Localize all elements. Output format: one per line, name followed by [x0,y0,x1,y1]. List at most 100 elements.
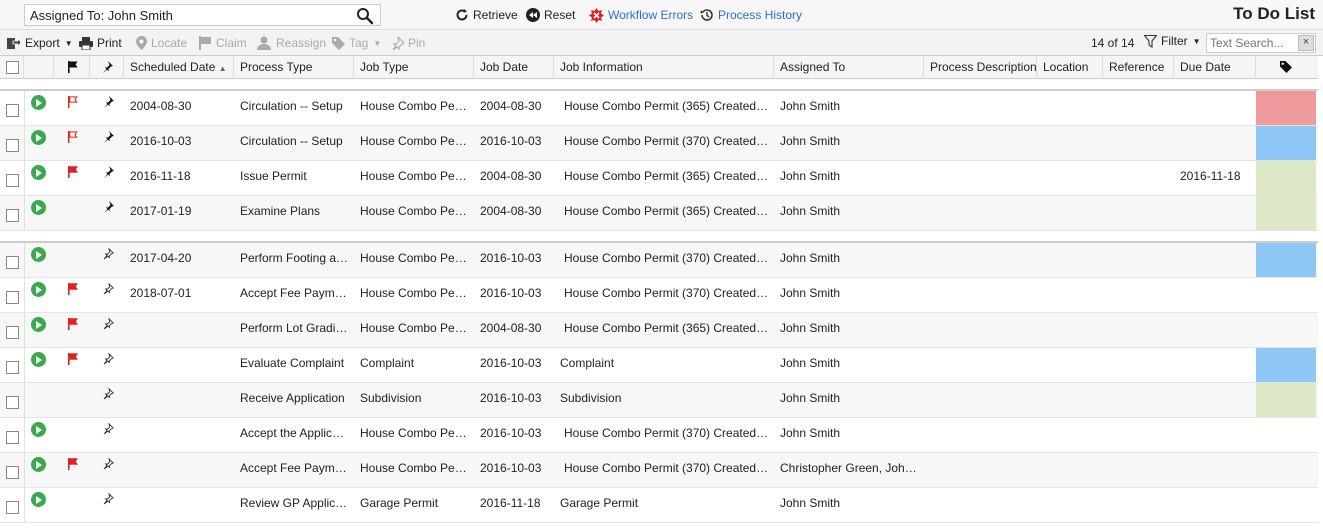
tag-button[interactable]: Tag ▼ [332,34,381,52]
claim-button[interactable]: Claim [199,34,247,52]
table-row[interactable]: 2004-08-30 Circulation -- Setup House Comb… [0,91,1318,126]
play-icon[interactable] [31,247,46,262]
retrieve-button[interactable]: Retrieve [455,5,518,25]
table-row[interactable]: 2016-10-03 Circulation -- Setup House Comb… [0,126,1318,161]
flag-column-header[interactable] [54,56,90,79]
pin-icon [392,36,404,50]
table-row[interactable]: 2018-07-01 Accept Fee Payment House Combo … [0,278,1318,313]
pinned-icon[interactable] [102,131,114,146]
assigned-to-cell: John Smith [780,496,841,510]
text-search-input[interactable] [1207,34,1295,52]
table-row[interactable]: Receive Application Subdivision 2016-10-03… [0,383,1318,418]
assigned-to-cell: John Smith [780,204,841,218]
assigned-search-input[interactable] [28,7,353,23]
flag-icon[interactable] [68,96,78,111]
unpinned-icon[interactable] [102,317,115,333]
play-icon[interactable] [31,282,46,297]
row-checkbox[interactable] [6,361,19,374]
job-type-cell: House Combo Permit [360,134,470,148]
table-row[interactable]: Evaluate Complaint Complaint 2016-10-03 Com… [0,348,1318,383]
col-process-description[interactable]: Process Description [924,56,1037,79]
table-row[interactable]: Review GP Application Garage Permit 2016-1… [0,488,1318,523]
table-row[interactable]: 2017-04-20 Perform Footing an... House Com… [0,243,1318,278]
error-icon [589,7,604,23]
export-button[interactable]: Export ▼ [6,34,73,52]
row-checkbox[interactable] [6,291,19,304]
unpinned-icon[interactable] [102,352,115,368]
col-location[interactable]: Location [1037,56,1103,79]
pinned-icon[interactable] [102,166,114,181]
col-job-information[interactable]: Job Information [554,56,774,79]
row-checkbox[interactable] [6,396,19,409]
col-job-date[interactable]: Job Date [474,56,554,79]
tag-color-swatch [1256,161,1316,195]
select-all-checkbox[interactable] [6,61,19,74]
table-row[interactable]: 2017-01-19 Examine Plans House Combo Permi… [0,196,1318,231]
job-information-cell: House Combo Permit (365) Created: 30... [564,204,769,218]
unpinned-icon[interactable] [102,247,115,263]
col-job-type[interactable]: Job Type [354,56,474,79]
play-icon[interactable] [31,352,46,367]
row-checkbox[interactable] [6,501,19,514]
flag-icon[interactable] [68,283,79,298]
row-checkbox[interactable] [6,104,19,117]
pinned-icon[interactable] [102,96,114,111]
col-assigned-to[interactable]: Assigned To [774,56,924,79]
pin-button[interactable]: Pin [391,34,425,52]
print-button[interactable]: Print [79,34,122,52]
table-row[interactable]: Accept Fee Payment House Combo Permit 2016… [0,453,1318,488]
locate-button[interactable]: Locate [136,34,187,52]
row-checkbox[interactable] [6,256,19,269]
filter-button[interactable]: Filter ▼ [1144,34,1201,48]
flag-icon[interactable] [68,131,78,146]
flag-icon[interactable] [68,166,79,181]
col-process-type[interactable]: Process Type [234,56,354,79]
row-checkbox[interactable] [6,326,19,339]
table-row[interactable]: 2016-11-18 Issue Permit House Combo Permit… [0,161,1318,196]
claim-flag-icon [199,36,211,50]
unpinned-icon[interactable] [102,457,115,473]
workflow-errors-button[interactable]: Workflow Errors [589,5,693,25]
process-type-cell: Review GP Application [240,496,350,510]
assigned-to-cell: John Smith [780,286,841,300]
unpinned-icon[interactable] [102,282,115,298]
table-row[interactable]: Perform Lot Grading... House Combo Permit… [0,313,1318,348]
clear-search-button[interactable]: × [1298,35,1314,51]
table-row[interactable]: Accept the Application House Combo Permit… [0,418,1318,453]
play-icon[interactable] [31,422,46,437]
unpinned-icon[interactable] [102,492,115,508]
play-icon[interactable] [31,130,46,145]
col-tag[interactable] [1256,56,1318,79]
flag-icon[interactable] [68,458,79,473]
row-divider [24,453,25,487]
pin-column-header[interactable] [90,56,124,79]
history-icon [700,9,713,21]
play-icon[interactable] [31,95,46,110]
row-checkbox[interactable] [6,466,19,479]
col-due-date[interactable]: Due Date [1174,56,1256,79]
assigned-search-box[interactable] [24,4,381,26]
unpinned-icon[interactable] [102,422,115,438]
process-history-label: Process History [718,8,803,22]
search-icon[interactable] [356,7,374,25]
rewind-icon [526,8,540,22]
col-scheduled-date[interactable]: Scheduled Date ▲ [124,56,234,79]
reassign-button[interactable]: Reassign [256,34,326,52]
play-icon[interactable] [31,457,46,472]
row-checkbox[interactable] [6,139,19,152]
row-checkbox[interactable] [6,174,19,187]
pinned-icon[interactable] [102,201,114,216]
unpinned-icon[interactable] [102,387,115,403]
row-checkbox[interactable] [6,431,19,444]
play-icon[interactable] [31,200,46,215]
reset-button[interactable]: Reset [526,5,575,25]
row-checkbox[interactable] [6,209,19,222]
process-history-button[interactable]: Process History [700,5,802,25]
col-reference[interactable]: Reference [1103,56,1174,79]
row-divider [24,348,25,382]
flag-icon[interactable] [68,318,79,333]
flag-icon[interactable] [68,353,79,368]
play-icon[interactable] [31,165,46,180]
play-icon[interactable] [31,492,46,507]
play-icon[interactable] [31,317,46,332]
